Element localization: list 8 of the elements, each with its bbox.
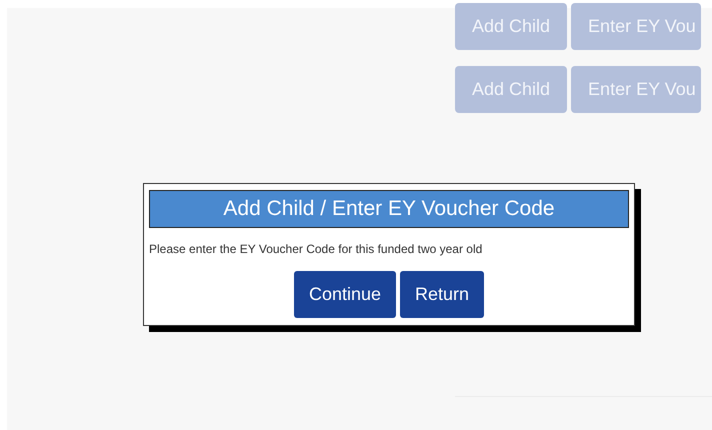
dialog-title: Add Child / Enter EY Voucher Code — [149, 190, 629, 228]
add-child-button[interactable]: Add Child — [455, 66, 568, 113]
return-button[interactable]: Return — [400, 271, 484, 318]
voucher-button[interactable]: Enter EY Vou — [571, 66, 702, 113]
continue-button[interactable]: Continue — [294, 271, 396, 318]
add-child-button[interactable]: Add Child — [455, 3, 568, 50]
dialog-message: Please enter the EY Voucher Code for this funded two year old — [149, 241, 484, 258]
voucher-button[interactable]: Enter EY Vou — [571, 3, 702, 50]
